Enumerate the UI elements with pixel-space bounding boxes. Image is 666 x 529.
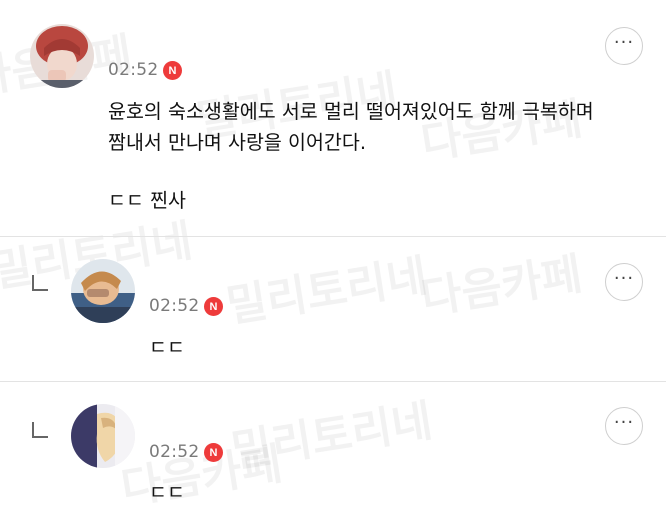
avatar-image — [71, 259, 135, 323]
comment-time: 02:52 — [149, 442, 200, 462]
new-badge: N — [204, 443, 223, 462]
more-icon: ··· — [613, 32, 635, 53]
comment-text: ㄷㄷ — [149, 336, 185, 359]
comment-time: 02:52 — [108, 60, 159, 80]
reply-indicator-icon — [32, 275, 48, 291]
new-badge: N — [204, 297, 223, 316]
more-options-button[interactable]: ··· — [605, 27, 643, 65]
comment-text: ㄷㄷ 찐사 — [108, 189, 186, 212]
avatar[interactable] — [30, 24, 94, 88]
avatar-image — [30, 24, 94, 88]
avatar[interactable] — [71, 404, 135, 468]
more-icon: ··· — [613, 268, 635, 289]
comment-text: 윤호의 숙소생활에도 서로 멀리 떨어져있어도 함께 극복하며 — [108, 100, 594, 123]
comment-text: ㄷㄷ — [149, 481, 185, 504]
more-options-button[interactable]: ··· — [605, 263, 643, 301]
comment-item: 02:52 N ··· 윤호의 숙소생활에도 서로 멀리 떨어져있어도 함께 극… — [0, 0, 666, 236]
comment-text: 짬내서 만나며 사랑을 이어간다. — [108, 131, 367, 154]
new-badge: N — [163, 61, 182, 80]
more-icon: ··· — [613, 412, 635, 433]
more-options-button[interactable]: ··· — [605, 407, 643, 445]
reply-item: 02:52 N ··· ㄷㄷ — [0, 382, 666, 529]
avatar-image — [71, 404, 135, 468]
reply-item: 02:52 N ··· ㄷㄷ — [0, 237, 666, 381]
reply-indicator-icon — [32, 422, 48, 438]
comment-time: 02:52 — [149, 296, 200, 316]
avatar[interactable] — [71, 259, 135, 323]
